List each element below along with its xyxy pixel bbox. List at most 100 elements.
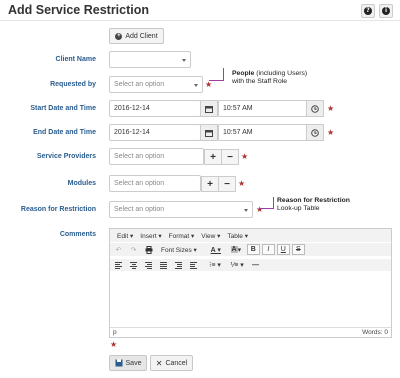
annotation-line: [273, 197, 274, 209]
undo-icon[interactable]: ↶: [112, 244, 125, 255]
modules-label: Modules: [67, 180, 96, 187]
menu-format[interactable]: Format ▾: [169, 232, 195, 240]
add-client-button[interactable]: + Add Client: [109, 28, 164, 44]
justify-icon[interactable]: [157, 260, 170, 271]
chevron-down-icon: [244, 209, 248, 212]
requested-by-placeholder: Select an option: [114, 81, 165, 88]
background-color-icon[interactable]: A ▾: [227, 244, 245, 255]
editor-toolbar-row-2: ⁝≡ ▾ ⅟≡ ▾ —: [110, 259, 391, 271]
end-time-input[interactable]: 10:57 AM: [218, 124, 307, 141]
reason-annotation: Reason for Restriction Look-up Table: [277, 197, 350, 213]
save-icon: [115, 359, 123, 367]
bold-icon[interactable]: B: [246, 244, 260, 255]
plus-circle-icon: +: [115, 32, 123, 40]
reason-label: Reason for Restriction: [20, 206, 96, 213]
save-button[interactable]: Save: [109, 355, 147, 371]
cancel-button[interactable]: ✕ Cancel: [150, 355, 193, 371]
menu-insert[interactable]: Insert ▾: [140, 232, 161, 240]
comments-editor[interactable]: Edit ▾ Insert ▾ Format ▾ View ▾ Table ▾ …: [109, 228, 392, 338]
outdent-icon[interactable]: [187, 260, 200, 271]
horizontal-rule-icon[interactable]: —: [249, 260, 262, 271]
header-divider: [0, 20, 400, 21]
align-right-icon[interactable]: [142, 260, 155, 271]
required-marker: ★: [238, 179, 246, 188]
menu-view[interactable]: View ▾: [201, 232, 220, 240]
font-sizes-dropdown[interactable]: Font Sizes ▾: [161, 246, 197, 254]
start-time-input[interactable]: 10:57 AM: [218, 100, 307, 117]
save-label: Save: [125, 359, 142, 367]
end-time-picker-button[interactable]: [306, 124, 324, 141]
required-marker: ★: [241, 152, 249, 161]
editor-menubar: Edit ▾ Insert ▾ Format ▾ View ▾ Table ▾: [110, 229, 391, 242]
add-module-button[interactable]: +: [201, 176, 219, 192]
page-title: Add Service Restriction: [8, 3, 150, 17]
chevron-down-icon: [182, 59, 186, 62]
plus-icon: +: [207, 178, 213, 190]
reason-select[interactable]: Select an option: [109, 201, 253, 218]
required-marker: ★: [327, 104, 335, 113]
clock-icon: [311, 104, 319, 113]
modules-placeholder: Select an option: [114, 180, 165, 187]
indent-icon[interactable]: [172, 260, 185, 271]
calendar-icon: [205, 105, 213, 113]
chevron-down-icon: [194, 84, 198, 87]
client-name-select[interactable]: [109, 51, 191, 68]
requested-by-label: Requested by: [50, 81, 96, 88]
cancel-label: Cancel: [165, 359, 188, 367]
numbered-list-icon[interactable]: ⅟≡ ▾: [227, 260, 247, 271]
annotation-line: [209, 80, 224, 81]
strikethrough-icon[interactable]: S: [291, 244, 305, 255]
underline-icon[interactable]: U: [276, 244, 290, 255]
reason-annotation-bold: Reason for Restriction: [277, 197, 350, 204]
plus-icon: +: [210, 151, 216, 163]
annotation-line: [223, 68, 224, 81]
requested-by-select[interactable]: Select an option: [109, 76, 203, 93]
start-time-picker-button[interactable]: [306, 100, 324, 117]
question-circle-icon: ?: [364, 7, 372, 15]
comments-label: Comments: [59, 231, 96, 238]
help-button[interactable]: ?: [361, 4, 375, 18]
word-count: Words: 0: [362, 329, 388, 336]
start-date-input[interactable]: 2016-12-14: [109, 100, 201, 117]
print-icon[interactable]: [142, 244, 155, 255]
calendar-icon: [205, 129, 213, 137]
menu-edit[interactable]: Edit ▾: [117, 232, 133, 240]
end-label: End Date and Time: [33, 129, 96, 136]
end-date-value: 2016-12-14: [114, 129, 150, 136]
minus-icon: −: [224, 178, 230, 190]
editor-toolbar-row-1: ↶ ↷ Font Sizes ▾ A ▾ A ▾ B I U S: [110, 243, 391, 256]
remove-module-button[interactable]: −: [218, 176, 236, 192]
align-center-icon[interactable]: [127, 260, 140, 271]
end-date-input[interactable]: 2016-12-14: [109, 124, 201, 141]
required-marker: ★: [256, 205, 264, 214]
client-name-label: Client Name: [55, 56, 96, 63]
element-path: p: [113, 329, 117, 336]
modules-select[interactable]: Select an option: [109, 175, 201, 192]
service-providers-placeholder: Select an option: [114, 153, 165, 160]
people-annotation-line2: with the Staff Role: [232, 78, 288, 85]
remove-provider-button[interactable]: −: [221, 149, 239, 165]
required-marker: ★: [110, 340, 118, 349]
end-date-picker-button[interactable]: [200, 124, 218, 141]
required-marker: ★: [327, 128, 335, 137]
close-icon: ✕: [155, 358, 163, 368]
required-marker: ★: [205, 80, 213, 89]
text-color-icon[interactable]: A ▾: [207, 244, 225, 255]
reason-placeholder: Select an option: [114, 206, 165, 213]
bullet-list-icon[interactable]: ⁝≡ ▾: [205, 260, 225, 271]
italic-icon[interactable]: I: [261, 244, 275, 255]
align-left-icon[interactable]: [112, 260, 125, 271]
clock-icon: [311, 128, 319, 137]
annotation-line: [259, 208, 274, 209]
editor-status-bar: p Words: 0: [110, 327, 391, 337]
redo-icon[interactable]: ↷: [127, 244, 140, 255]
add-client-label: Add Client: [125, 32, 158, 40]
start-date-value: 2016-12-14: [114, 105, 150, 112]
menu-table[interactable]: Table ▾: [227, 232, 248, 240]
start-date-picker-button[interactable]: [200, 100, 218, 117]
people-annotation-rest: (including Users): [256, 70, 308, 77]
add-provider-button[interactable]: +: [204, 149, 222, 165]
info-button[interactable]: i: [379, 4, 393, 18]
reason-annotation-line2: Look-up Table: [277, 205, 320, 212]
service-providers-select[interactable]: Select an option: [109, 148, 204, 165]
